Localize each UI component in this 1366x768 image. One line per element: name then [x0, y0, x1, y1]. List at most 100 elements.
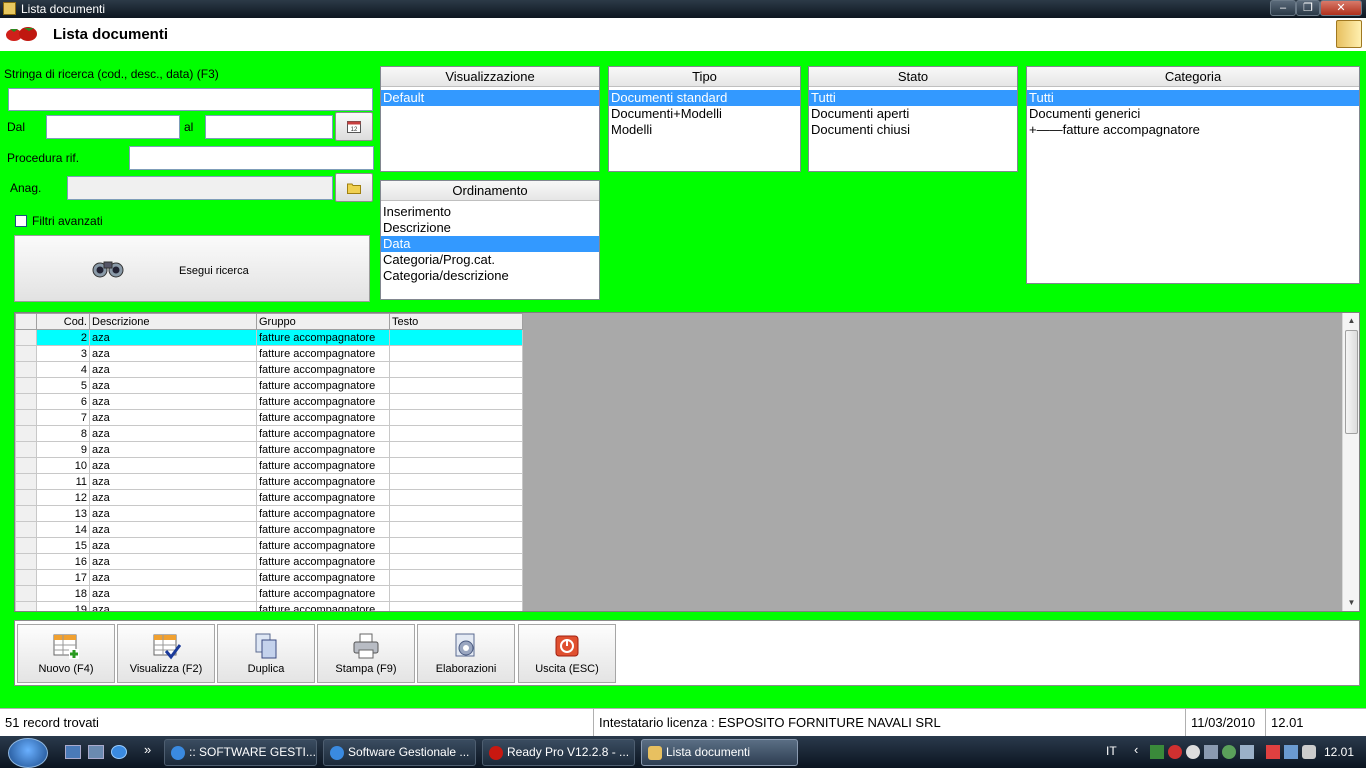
cell-descrizione[interactable]: aza	[89, 601, 257, 611]
duplicate-button[interactable]: Duplica	[217, 624, 315, 683]
cell-cod[interactable]: 6	[36, 393, 90, 410]
cell-gruppo[interactable]: fatture accompagnatore	[256, 473, 390, 490]
categoria-item[interactable]: Documenti generici	[1027, 106, 1359, 122]
column-header[interactable]: Descrizione	[89, 313, 257, 330]
cell-descrizione[interactable]: aza	[89, 345, 257, 362]
drive-icon[interactable]	[1204, 745, 1218, 759]
cell-gruppo[interactable]: fatture accompagnatore	[256, 569, 390, 586]
elaborazioni-button[interactable]: Elaborazioni	[417, 624, 515, 683]
cell-testo[interactable]	[389, 441, 523, 458]
row-header[interactable]	[15, 553, 37, 570]
table-row[interactable]: 2 aza fatture accompagnatore	[15, 329, 523, 346]
ordinamento-item[interactable]: Categoria/descrizione	[381, 268, 599, 284]
table-row[interactable]: 6 aza fatture accompagnatore	[15, 393, 523, 410]
categoria-item[interactable]: Tutti	[1027, 90, 1359, 106]
cell-cod[interactable]: 9	[36, 441, 90, 458]
cell-cod[interactable]: 3	[36, 345, 90, 362]
cell-descrizione[interactable]: aza	[89, 409, 257, 426]
cell-testo[interactable]	[389, 393, 523, 410]
cell-gruppo[interactable]: fatture accompagnatore	[256, 457, 390, 474]
cell-cod[interactable]: 4	[36, 361, 90, 378]
taskbar-item[interactable]: Ready Pro V12.2.8 - ...	[482, 739, 635, 766]
cell-testo[interactable]	[389, 601, 523, 611]
cell-cod[interactable]: 11	[36, 473, 90, 490]
cell-gruppo[interactable]: fatture accompagnatore	[256, 601, 390, 611]
cell-descrizione[interactable]: aza	[89, 425, 257, 442]
row-header[interactable]	[15, 425, 37, 442]
cell-cod[interactable]: 5	[36, 377, 90, 394]
cell-descrizione[interactable]: aza	[89, 361, 257, 378]
row-header[interactable]	[15, 441, 37, 458]
cell-descrizione[interactable]: aza	[89, 537, 257, 554]
row-header[interactable]	[15, 361, 37, 378]
row-header[interactable]	[15, 569, 37, 586]
view-button[interactable]: Visualizza (F2)	[117, 624, 215, 683]
row-header[interactable]	[15, 393, 37, 410]
cell-gruppo[interactable]: fatture accompagnatore	[256, 329, 390, 346]
procedura-field[interactable]	[129, 146, 374, 170]
cell-testo[interactable]	[389, 585, 523, 602]
table-row[interactable]: 13 aza fatture accompagnatore	[15, 505, 523, 522]
cell-testo[interactable]	[389, 521, 523, 538]
cell-cod[interactable]: 13	[36, 505, 90, 522]
ordinamento-item[interactable]: Data	[381, 236, 599, 252]
wireless-icon[interactable]	[1284, 745, 1298, 759]
cell-testo[interactable]	[389, 361, 523, 378]
book-icon[interactable]	[1336, 20, 1362, 48]
table-row[interactable]: 9 aza fatture accompagnatore	[15, 441, 523, 458]
tipo-item[interactable]: Documenti+Modelli	[609, 106, 800, 122]
cell-gruppo[interactable]: fatture accompagnatore	[256, 345, 390, 362]
cell-cod[interactable]: 12	[36, 489, 90, 506]
cell-cod[interactable]: 7	[36, 409, 90, 426]
language-indicator[interactable]: IT	[1106, 744, 1117, 758]
tipo-item[interactable]: Documenti standard	[609, 90, 800, 106]
switch-windows-icon[interactable]	[88, 745, 104, 759]
table-row[interactable]: 3 aza fatture accompagnatore	[15, 345, 523, 362]
cell-cod[interactable]: 16	[36, 553, 90, 570]
user-icon[interactable]	[1186, 745, 1200, 759]
calendar-button[interactable]: 12	[335, 112, 373, 141]
date-from-field[interactable]	[46, 115, 180, 139]
row-header[interactable]	[15, 537, 37, 554]
chevron-left-icon[interactable]: ‹	[1134, 742, 1138, 757]
column-header[interactable]: Gruppo	[256, 313, 390, 330]
filtri-checkbox[interactable]	[15, 215, 27, 227]
row-header[interactable]	[15, 521, 37, 538]
cell-testo[interactable]	[389, 489, 523, 506]
cell-descrizione[interactable]: aza	[89, 585, 257, 602]
cell-cod[interactable]: 14	[36, 521, 90, 538]
internet-explorer-icon[interactable]	[111, 745, 127, 759]
cell-gruppo[interactable]: fatture accompagnatore	[256, 361, 390, 378]
stato-item[interactable]: Documenti aperti	[809, 106, 1017, 122]
cell-gruppo[interactable]: fatture accompagnatore	[256, 441, 390, 458]
cell-testo[interactable]	[389, 377, 523, 394]
taskbar-item[interactable]: Lista documenti	[641, 739, 798, 766]
exit-button[interactable]: Uscita (ESC)	[518, 624, 616, 683]
table-row[interactable]: 5 aza fatture accompagnatore	[15, 377, 523, 394]
table-row[interactable]: 19 aza fatture accompagnatore	[15, 601, 523, 611]
volume-icon[interactable]	[1302, 745, 1316, 759]
cell-descrizione[interactable]: aza	[89, 505, 257, 522]
cell-gruppo[interactable]: fatture accompagnatore	[256, 505, 390, 522]
table-row[interactable]: 16 aza fatture accompagnatore	[15, 553, 523, 570]
cell-cod[interactable]: 2	[36, 329, 90, 346]
search-input[interactable]	[8, 88, 373, 111]
cell-cod[interactable]: 19	[36, 601, 90, 611]
cell-testo[interactable]	[389, 569, 523, 586]
cell-testo[interactable]	[389, 345, 523, 362]
column-header[interactable]: Cod.	[36, 313, 90, 330]
table-row[interactable]: 10 aza fatture accompagnatore	[15, 457, 523, 474]
cell-gruppo[interactable]: fatture accompagnatore	[256, 489, 390, 506]
date-to-field[interactable]	[205, 115, 333, 139]
cell-gruppo[interactable]: fatture accompagnatore	[256, 409, 390, 426]
ordinamento-item[interactable]: Descrizione	[381, 220, 599, 236]
column-header[interactable]: Testo	[389, 313, 523, 330]
row-header[interactable]	[15, 409, 37, 426]
update-icon[interactable]	[1222, 745, 1236, 759]
row-header[interactable]	[15, 377, 37, 394]
print-button[interactable]: Stampa (F9)	[317, 624, 415, 683]
cell-descrizione[interactable]: aza	[89, 441, 257, 458]
cell-cod[interactable]: 8	[36, 425, 90, 442]
row-header[interactable]	[15, 505, 37, 522]
cell-gruppo[interactable]: fatture accompagnatore	[256, 537, 390, 554]
